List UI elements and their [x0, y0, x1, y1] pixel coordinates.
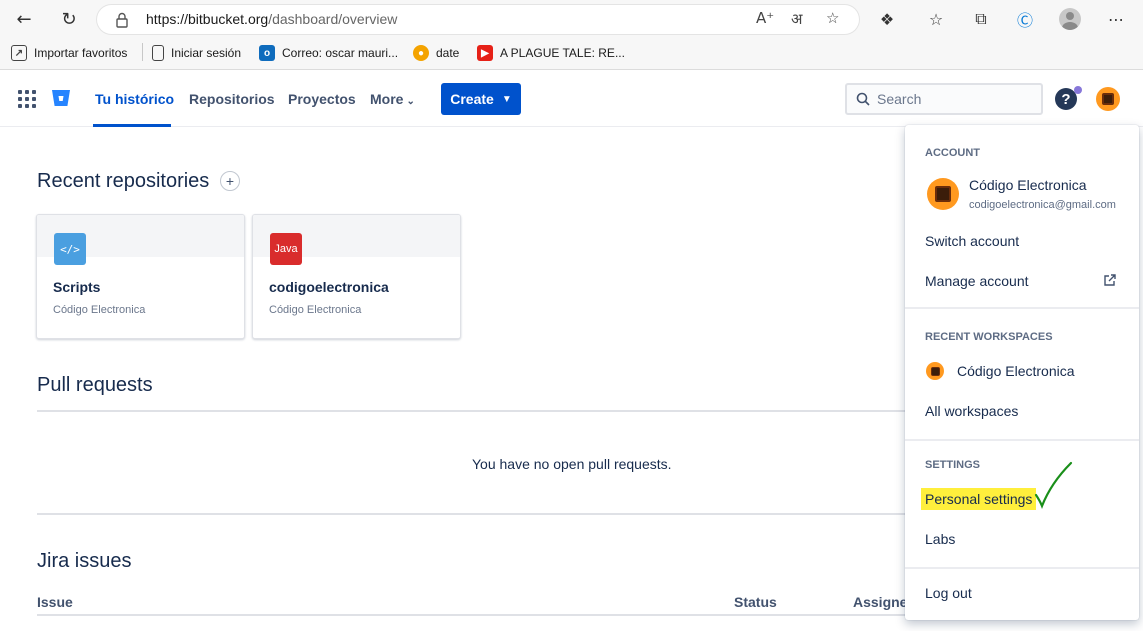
- manage-account-item[interactable]: Manage account: [925, 273, 1029, 289]
- collections-icon[interactable]: ⧉: [970, 8, 992, 30]
- youtube-icon: ▶: [477, 45, 493, 61]
- nav-tu-historico[interactable]: Tu histórico: [95, 91, 174, 107]
- address-bar[interactable]: https://bitbucket.org/dashboard/overview…: [97, 5, 859, 34]
- column-header-status[interactable]: Status: [734, 594, 777, 610]
- favorites-icon[interactable]: ☆: [925, 8, 947, 30]
- repo-owner: Código Electronica: [269, 304, 362, 316]
- chip-icon: [935, 186, 951, 202]
- import-icon: ↗: [11, 45, 27, 61]
- labs-item[interactable]: Labs: [925, 531, 955, 547]
- bitbucket-header: Tu histórico Repositorios Proyectos More…: [0, 71, 1143, 127]
- account-name: Código Electronica: [969, 177, 1087, 193]
- divider: [37, 410, 917, 412]
- repo-card-scripts[interactable]: </> Scripts Código Electronica: [36, 214, 245, 339]
- divider: [37, 614, 917, 616]
- account-heading: ACCOUNT: [925, 147, 980, 159]
- empty-pull-requests-text: You have no open pull requests.: [472, 456, 672, 472]
- java-icon: Java: [270, 233, 302, 265]
- repo-card-codigoelectronica[interactable]: Java codigoelectronica Código Electronic…: [252, 214, 461, 339]
- nav-more[interactable]: More ⌄: [370, 91, 415, 107]
- pull-requests-title: Pull requests: [37, 374, 153, 396]
- add-favorite-icon[interactable]: ☆: [826, 9, 839, 27]
- avatar[interactable]: [1096, 87, 1120, 111]
- recent-workspaces-heading: RECENT WORKSPACES: [925, 331, 1053, 343]
- chip-icon: [1102, 93, 1114, 105]
- chip-icon: [930, 366, 940, 376]
- divider: [37, 513, 917, 515]
- account-email: codigoelectronica@gmail.com: [969, 199, 1116, 211]
- bookmark-date[interactable]: ● date: [413, 45, 459, 61]
- code-icon: </>: [54, 233, 86, 265]
- personal-settings-item[interactable]: Personal settings: [921, 488, 1037, 510]
- add-repository-button[interactable]: +: [220, 171, 240, 191]
- create-button[interactable]: Create ▼: [441, 83, 521, 115]
- notification-dot: [1074, 86, 1082, 94]
- repo-name: codigoelectronica: [269, 279, 389, 295]
- all-workspaces-item[interactable]: All workspaces: [925, 403, 1018, 419]
- chevron-down-icon: ⌄: [406, 96, 415, 107]
- column-header-assignee[interactable]: Assigne: [853, 594, 907, 610]
- workspace-avatar: [926, 362, 944, 380]
- bookmark-login[interactable]: Iniciar sesión: [152, 45, 241, 61]
- search-input[interactable]: Search: [845, 83, 1043, 115]
- translate-icon[interactable]: अ: [791, 9, 802, 29]
- workspace-item[interactable]: Código Electronica: [957, 363, 1075, 379]
- logout-item[interactable]: Log out: [925, 585, 972, 601]
- extensions-icon[interactable]: ❖: [876, 8, 898, 30]
- page-icon: [152, 45, 164, 61]
- external-link-icon: [1104, 274, 1116, 286]
- repo-name: Scripts: [53, 279, 101, 295]
- url-text: https://bitbucket.org/dashboard/overview: [146, 11, 398, 27]
- search-icon: [856, 92, 870, 106]
- bookmark-import[interactable]: ↗ Importar favoritos: [11, 45, 127, 61]
- menu-separator: [905, 439, 1139, 441]
- switch-account-item[interactable]: Switch account: [925, 233, 1019, 249]
- repo-owner: Código Electronica: [53, 304, 146, 316]
- menu-separator: [905, 567, 1139, 569]
- nav-repositorios[interactable]: Repositorios: [189, 91, 275, 107]
- column-header-issue[interactable]: Issue: [37, 594, 73, 610]
- menu-separator: [905, 307, 1139, 309]
- badge-icon: ●: [413, 45, 429, 61]
- bookmark-separator: [142, 43, 143, 61]
- recent-repositories-title: Recent repositories: [37, 170, 210, 192]
- nav-proyectos[interactable]: Proyectos: [288, 91, 356, 107]
- more-menu-icon[interactable]: ⋯: [1105, 8, 1127, 30]
- account-avatar: [927, 178, 959, 210]
- checkmark-icon: [1034, 461, 1073, 509]
- lock-icon: [116, 12, 128, 28]
- outlook-icon: o: [259, 45, 275, 61]
- app-switcher-icon[interactable]: [18, 90, 36, 108]
- bookmark-video[interactable]: ▶ A PLAGUE TALE: RE...: [477, 45, 625, 61]
- back-arrow-icon[interactable]: ←: [12, 7, 36, 31]
- jira-issues-title: Jira issues: [37, 550, 132, 572]
- browser-toolbar: ← ↻ https://bitbucket.org/dashboard/over…: [0, 0, 1143, 38]
- edge-icon[interactable]: Ⓒ: [1014, 8, 1036, 30]
- refresh-icon[interactable]: ↻: [57, 7, 81, 31]
- bookmark-mail[interactable]: o Correo: oscar mauri...: [259, 45, 398, 61]
- bitbucket-logo-icon[interactable]: [51, 88, 71, 108]
- profile-icon[interactable]: [1059, 8, 1081, 30]
- account-dropdown: ACCOUNT Código Electronica codigoelectro…: [905, 125, 1139, 620]
- active-tab-indicator: [93, 124, 171, 127]
- chevron-down-icon: ▼: [501, 93, 512, 105]
- read-aloud-icon[interactable]: A⁺: [756, 9, 774, 27]
- settings-heading: SETTINGS: [925, 459, 981, 471]
- bookmarks-bar: ↗ Importar favoritos Iniciar sesión o Co…: [0, 38, 1143, 70]
